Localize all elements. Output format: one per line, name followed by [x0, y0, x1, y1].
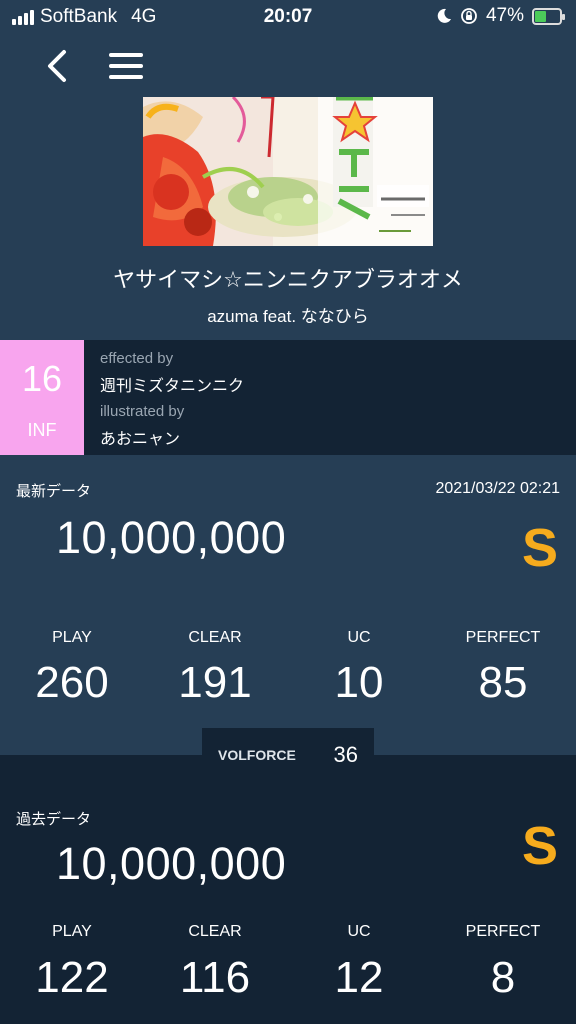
song-header: SoftBank 4G 20:07 47% ヤサイマシ☆ニンニクアブラオオメ a… [0, 0, 576, 340]
moon-icon [437, 8, 451, 23]
latest-stat-value-play: 260 [35, 658, 109, 707]
latest-score: 10,000,000 [56, 512, 287, 563]
back-chevron-icon[interactable] [42, 46, 72, 86]
latest-stat-label-perfect: PERFECT [465, 629, 541, 646]
jacket-artwork [143, 97, 433, 246]
hamburger-menu-icon[interactable] [106, 48, 146, 84]
latest-stat-value-uc: 10 [334, 658, 384, 707]
past-grade: S [521, 816, 558, 876]
past-stat-value-clear: 116 [179, 953, 251, 1002]
song-title: ヤサイマシ☆ニンニクアブラオオメ [113, 267, 463, 292]
past-score: 10,000,000 [56, 838, 287, 889]
past-stat-label-perfect: PERFECT [465, 923, 541, 940]
difficulty-name: INF [27, 420, 57, 440]
battery-percent: 47% [485, 5, 524, 26]
song-artist: azuma feat. ななひら [207, 307, 369, 326]
latest-stat-label-clear: CLEAR [188, 629, 242, 646]
volforce-label: VOLFORCE [218, 747, 296, 763]
past-stat-label-uc: UC [347, 923, 371, 940]
illustrated-by-value: あおニャン [100, 431, 181, 448]
chart-info-panel: 16 INF effected by 週刊ミズタニンニク illustrated… [0, 340, 576, 455]
latest-stat-label-play: PLAY [52, 629, 92, 646]
past-data-label: 過去データ [16, 811, 92, 828]
illustrated-by-label: illustrated by [100, 403, 185, 420]
past-stat-value-perfect: 8 [490, 953, 516, 1002]
past-stat-label-clear: CLEAR [188, 923, 242, 940]
past-data-section: 過去データ 10,000,000 S PLAY CLEAR UC PERFECT… [0, 755, 576, 1024]
effected-by-label: effected by [100, 350, 174, 367]
level-badge: 16 INF [0, 340, 84, 455]
latest-stat-value-clear: 191 [178, 658, 252, 707]
latest-stat-label-uc: UC [347, 629, 371, 646]
status-bar: SoftBank 4G 20:07 47% [0, 0, 576, 34]
past-stat-label-play: PLAY [52, 923, 92, 940]
level-number: 16 [21, 358, 63, 399]
volforce-value: 36 [333, 742, 358, 767]
battery-icon [532, 7, 565, 25]
latest-stat-value-perfect: 85 [478, 658, 528, 707]
effected-by-value: 週刊ミズタニンニク [100, 378, 245, 395]
rotation-lock-icon [461, 8, 477, 24]
latest-data-date: 2021/03/22 02:21 [435, 480, 560, 497]
latest-grade: S [521, 518, 558, 578]
past-stat-value-play: 122 [35, 953, 109, 1002]
past-stat-value-uc: 12 [334, 953, 384, 1002]
volforce-badge: VOLFORCE 36 [202, 728, 374, 782]
latest-data-label: 最新データ [16, 483, 92, 500]
latest-data-section: 最新データ 2021/03/22 02:21 10,000,000 S PLAY… [0, 455, 576, 755]
